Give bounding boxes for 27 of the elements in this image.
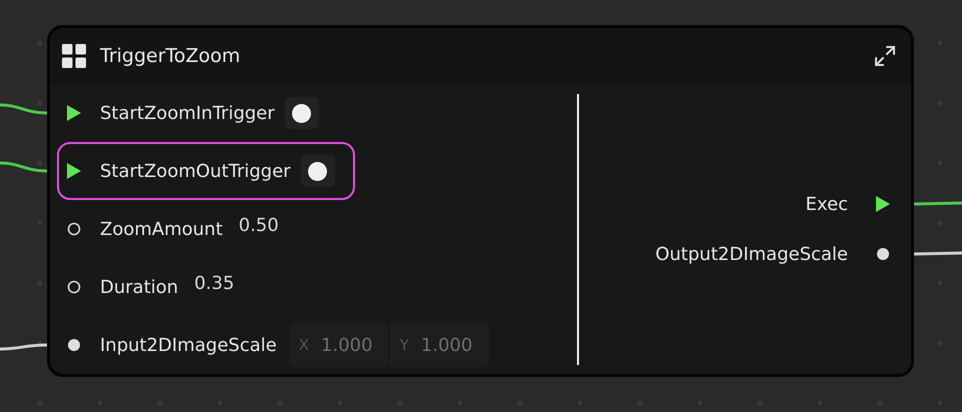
value-field[interactable]: 0.35 [194, 272, 234, 294]
node-title: TriggerToZoom [100, 45, 242, 67]
selected-row-outline[interactable]: StartZoomOutTrigger [57, 142, 355, 200]
pin-row[interactable]: StartZoomInTrigger [57, 84, 339, 142]
pin-label: Input2DImageScale [100, 334, 277, 356]
pin-label: Output2DImageScale [655, 244, 848, 264]
pin-label: Duration [100, 276, 178, 298]
exec-pin-icon[interactable] [66, 105, 82, 121]
pin-label: Exec [806, 194, 848, 214]
dot-pin-icon[interactable] [875, 246, 891, 262]
exec-pin-icon[interactable] [66, 163, 82, 179]
expand-icon[interactable] [874, 45, 896, 67]
pin-row[interactable]: ZoomAmount 0.50 [57, 200, 299, 258]
field-value: 1.000 [420, 334, 472, 356]
pin-label: ZoomAmount [100, 218, 223, 240]
trigger-button[interactable] [284, 97, 319, 129]
ring-pin-icon[interactable] [66, 221, 82, 237]
pin-label: StartZoomOutTrigger [100, 160, 291, 182]
dot-pin-icon[interactable] [66, 337, 82, 353]
ring-pin-icon[interactable] [66, 279, 82, 295]
pin-label: StartZoomInTrigger [100, 102, 275, 124]
grid-icon [62, 44, 86, 68]
pin-row[interactable]: Duration 0.35 [57, 258, 254, 316]
field-value: 1.000 [321, 334, 373, 356]
exec-pin-icon[interactable] [875, 196, 891, 212]
trigger-button[interactable] [300, 155, 335, 187]
value-field[interactable]: 0.50 [238, 214, 279, 236]
